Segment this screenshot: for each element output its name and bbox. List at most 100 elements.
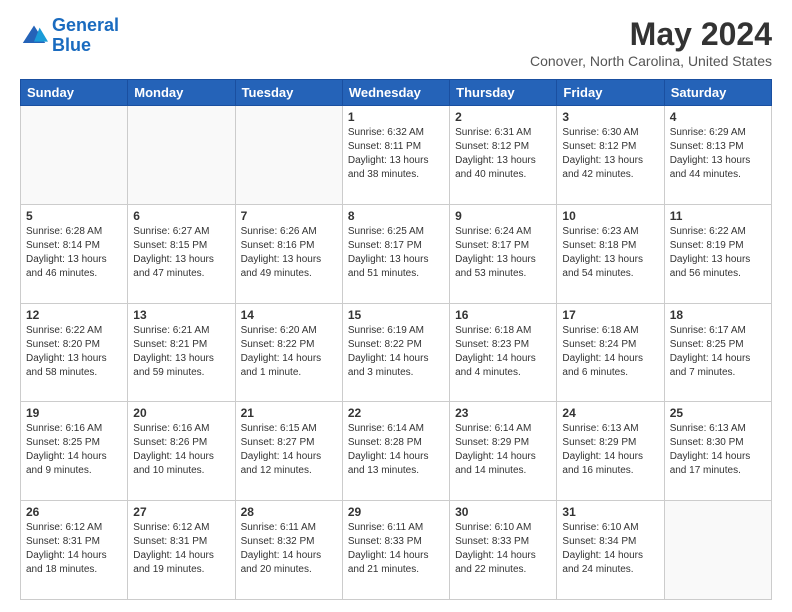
day-header-wednesday: Wednesday [342, 80, 449, 106]
calendar-cell: 31Sunrise: 6:10 AM Sunset: 8:34 PM Dayli… [557, 501, 664, 600]
day-info: Sunrise: 6:19 AM Sunset: 8:22 PM Dayligh… [348, 324, 444, 380]
calendar-cell [235, 106, 342, 205]
day-number: 26 [26, 505, 122, 519]
day-header-sunday: Sunday [21, 80, 128, 106]
day-header-tuesday: Tuesday [235, 80, 342, 106]
day-info: Sunrise: 6:13 AM Sunset: 8:30 PM Dayligh… [670, 422, 766, 478]
day-number: 21 [241, 406, 337, 420]
calendar-week-3: 19 Sunrise: 6:16 AM Sunset: 8:25 PM Dayli… [21, 402, 772, 501]
calendar-week-1: 5Sunrise: 6:28 AM Sunset: 8:14 PM Daylig… [21, 204, 772, 303]
calendar-cell: 26 Sunrise: 6:12 AM Sunset: 8:31 PM Dayli… [21, 501, 128, 600]
calendar-cell [128, 106, 235, 205]
day-number: 14 [241, 308, 337, 322]
day-info: Sunrise: 6:24 AM Sunset: 8:17 PM Dayligh… [455, 225, 551, 281]
day-info: Sunrise: 6:18 AM Sunset: 8:23 PM Dayligh… [455, 324, 551, 380]
calendar-cell: 15Sunrise: 6:19 AM Sunset: 8:22 PM Dayli… [342, 303, 449, 402]
month-title: May 2024 [530, 16, 772, 53]
day-info: Sunrise: 6:14 AM Sunset: 8:29 PM Dayligh… [455, 422, 551, 478]
day-number: 6 [133, 209, 229, 223]
day-info: Sunrise: 6:27 AM Sunset: 8:15 PM Dayligh… [133, 225, 229, 281]
day-info: Sunrise: 6:20 AM Sunset: 8:22 PM Dayligh… [241, 324, 337, 380]
day-number: 2 [455, 110, 551, 124]
day-header-friday: Friday [557, 80, 664, 106]
logo-blue: Blue [52, 35, 91, 55]
calendar-cell: 1 Sunrise: 6:32 AM Sunset: 8:11 PM Daylig… [342, 106, 449, 205]
day-number: 8 [348, 209, 444, 223]
logo-general: General [52, 15, 119, 35]
header: General Blue May 2024 Conover, North Car… [20, 16, 772, 69]
day-number: 10 [562, 209, 658, 223]
day-info: Sunrise: 6:23 AM Sunset: 8:18 PM Dayligh… [562, 225, 658, 281]
day-number: 18 [670, 308, 766, 322]
day-info: Sunrise: 6:22 AM Sunset: 8:20 PM Dayligh… [26, 324, 122, 380]
day-number: 27 [133, 505, 229, 519]
calendar-cell [21, 106, 128, 205]
day-number: 13 [133, 308, 229, 322]
day-number: 9 [455, 209, 551, 223]
day-info: Sunrise: 6:22 AM Sunset: 8:19 PM Dayligh… [670, 225, 766, 281]
calendar-cell: 21 Sunrise: 6:15 AM Sunset: 8:27 PM Dayli… [235, 402, 342, 501]
day-number: 1 [348, 110, 444, 124]
calendar-cell: 11 Sunrise: 6:22 AM Sunset: 8:19 PM Dayli… [664, 204, 771, 303]
day-info: Sunrise: 6:16 AM Sunset: 8:25 PM Dayligh… [26, 422, 122, 478]
calendar-cell: 16 Sunrise: 6:18 AM Sunset: 8:23 PM Dayli… [450, 303, 557, 402]
day-info: Sunrise: 6:12 AM Sunset: 8:31 PM Dayligh… [26, 521, 122, 577]
day-number: 16 [455, 308, 551, 322]
day-info: Sunrise: 6:10 AM Sunset: 8:33 PM Dayligh… [455, 521, 551, 577]
calendar-cell: 19 Sunrise: 6:16 AM Sunset: 8:25 PM Dayli… [21, 402, 128, 501]
day-info: Sunrise: 6:25 AM Sunset: 8:17 PM Dayligh… [348, 225, 444, 281]
day-number: 23 [455, 406, 551, 420]
calendar-cell: 25Sunrise: 6:13 AM Sunset: 8:30 PM Dayli… [664, 402, 771, 501]
page: General Blue May 2024 Conover, North Car… [0, 0, 792, 612]
day-number: 5 [26, 209, 122, 223]
day-number: 12 [26, 308, 122, 322]
calendar-cell: 23 Sunrise: 6:14 AM Sunset: 8:29 PM Dayli… [450, 402, 557, 501]
day-info: Sunrise: 6:14 AM Sunset: 8:28 PM Dayligh… [348, 422, 444, 478]
logo-icon [20, 22, 48, 50]
calendar-cell [664, 501, 771, 600]
calendar-cell: 13 Sunrise: 6:21 AM Sunset: 8:21 PM Dayli… [128, 303, 235, 402]
calendar-cell: 17 Sunrise: 6:18 AM Sunset: 8:24 PM Dayli… [557, 303, 664, 402]
day-info: Sunrise: 6:16 AM Sunset: 8:26 PM Dayligh… [133, 422, 229, 478]
calendar-week-2: 12 Sunrise: 6:22 AM Sunset: 8:20 PM Dayli… [21, 303, 772, 402]
calendar-cell: 2 Sunrise: 6:31 AM Sunset: 8:12 PM Daylig… [450, 106, 557, 205]
day-number: 4 [670, 110, 766, 124]
calendar-cell: 6 Sunrise: 6:27 AM Sunset: 8:15 PM Daylig… [128, 204, 235, 303]
calendar-cell: 24Sunrise: 6:13 AM Sunset: 8:29 PM Dayli… [557, 402, 664, 501]
calendar-cell: 12 Sunrise: 6:22 AM Sunset: 8:20 PM Dayli… [21, 303, 128, 402]
day-number: 11 [670, 209, 766, 223]
day-info: Sunrise: 6:29 AM Sunset: 8:13 PM Dayligh… [670, 126, 766, 182]
day-number: 7 [241, 209, 337, 223]
day-info: Sunrise: 6:15 AM Sunset: 8:27 PM Dayligh… [241, 422, 337, 478]
calendar-cell: 27Sunrise: 6:12 AM Sunset: 8:31 PM Dayli… [128, 501, 235, 600]
day-info: Sunrise: 6:11 AM Sunset: 8:32 PM Dayligh… [241, 521, 337, 577]
title-block: May 2024 Conover, North Carolina, United… [530, 16, 772, 69]
day-number: 30 [455, 505, 551, 519]
day-header-thursday: Thursday [450, 80, 557, 106]
calendar-week-4: 26 Sunrise: 6:12 AM Sunset: 8:31 PM Dayli… [21, 501, 772, 600]
calendar-cell: 20Sunrise: 6:16 AM Sunset: 8:26 PM Dayli… [128, 402, 235, 501]
day-number: 17 [562, 308, 658, 322]
day-number: 3 [562, 110, 658, 124]
calendar-cell: 8 Sunrise: 6:25 AM Sunset: 8:17 PM Daylig… [342, 204, 449, 303]
calendar-cell: 10 Sunrise: 6:23 AM Sunset: 8:18 PM Dayli… [557, 204, 664, 303]
calendar-header-row: SundayMondayTuesdayWednesdayThursdayFrid… [21, 80, 772, 106]
calendar-table: SundayMondayTuesdayWednesdayThursdayFrid… [20, 79, 772, 600]
day-number: 19 [26, 406, 122, 420]
day-info: Sunrise: 6:10 AM Sunset: 8:34 PM Dayligh… [562, 521, 658, 577]
day-header-saturday: Saturday [664, 80, 771, 106]
day-info: Sunrise: 6:32 AM Sunset: 8:11 PM Dayligh… [348, 126, 444, 182]
calendar-cell: 9 Sunrise: 6:24 AM Sunset: 8:17 PM Daylig… [450, 204, 557, 303]
day-number: 28 [241, 505, 337, 519]
day-info: Sunrise: 6:26 AM Sunset: 8:16 PM Dayligh… [241, 225, 337, 281]
location: Conover, North Carolina, United States [530, 53, 772, 69]
calendar-cell: 30 Sunrise: 6:10 AM Sunset: 8:33 PM Dayli… [450, 501, 557, 600]
day-info: Sunrise: 6:18 AM Sunset: 8:24 PM Dayligh… [562, 324, 658, 380]
day-info: Sunrise: 6:17 AM Sunset: 8:25 PM Dayligh… [670, 324, 766, 380]
day-info: Sunrise: 6:31 AM Sunset: 8:12 PM Dayligh… [455, 126, 551, 182]
day-info: Sunrise: 6:21 AM Sunset: 8:21 PM Dayligh… [133, 324, 229, 380]
day-number: 29 [348, 505, 444, 519]
logo-text: General Blue [52, 16, 119, 56]
day-info: Sunrise: 6:11 AM Sunset: 8:33 PM Dayligh… [348, 521, 444, 577]
day-info: Sunrise: 6:13 AM Sunset: 8:29 PM Dayligh… [562, 422, 658, 478]
